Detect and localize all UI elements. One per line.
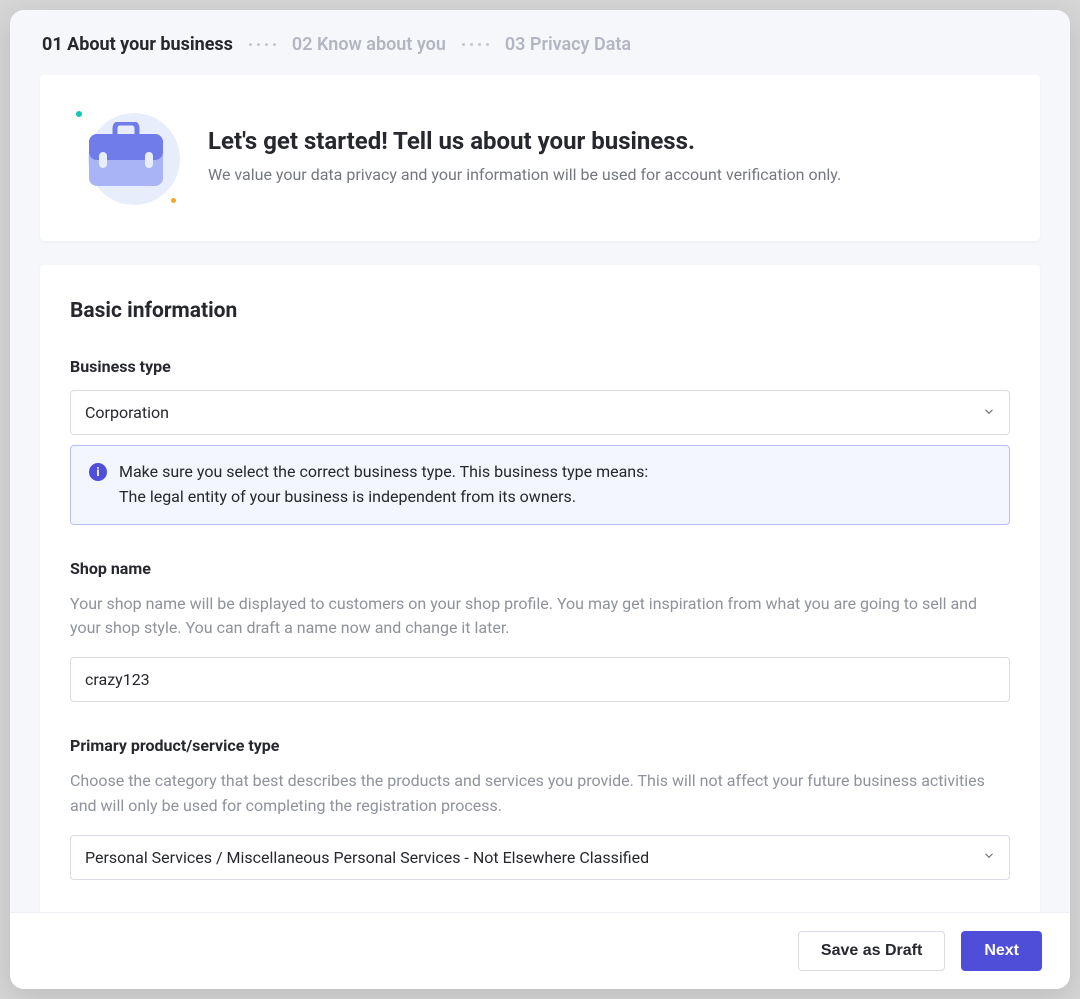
business-type-select-wrapper: Corporation	[70, 390, 1010, 435]
info-line-2: The legal entity of your business is ind…	[119, 485, 648, 510]
field-shop-name: Shop name Your shop name will be display…	[70, 559, 1010, 703]
shop-name-label: Shop name	[70, 559, 1010, 578]
next-button[interactable]: Next	[961, 931, 1042, 971]
shop-name-help: Your shop name will be displayed to cust…	[70, 592, 1010, 642]
form-scroll-area[interactable]: Let's get started! Tell us about your bu…	[10, 75, 1070, 989]
step-privacy-data[interactable]: 03 Privacy Data	[505, 34, 631, 55]
basic-information-card: Basic information Business type Corporat…	[40, 265, 1040, 920]
onboarding-window: 01 About your business 02 Know about you…	[10, 10, 1070, 989]
business-type-label: Business type	[70, 357, 1010, 376]
step-know-about-you[interactable]: 02 Know about you	[292, 34, 446, 55]
info-icon: i	[89, 463, 107, 481]
product-type-select[interactable]: Personal Services / Miscellaneous Person…	[70, 835, 1010, 880]
field-product-type: Primary product/service type Choose the …	[70, 736, 1010, 880]
hero-card: Let's get started! Tell us about your bu…	[40, 75, 1040, 241]
hero-text: Let's get started! Tell us about your bu…	[208, 127, 841, 184]
stepper-separator	[249, 43, 276, 46]
footer-bar: Save as Draft Next	[10, 912, 1070, 989]
hero-title: Let's get started! Tell us about your bu…	[208, 127, 841, 155]
business-type-info-text: Make sure you select the correct busines…	[119, 460, 648, 510]
save-draft-button[interactable]: Save as Draft	[798, 931, 945, 971]
stepper-separator	[462, 43, 489, 46]
product-type-select-wrapper: Personal Services / Miscellaneous Person…	[70, 835, 1010, 880]
step-about-business[interactable]: 01 About your business	[42, 34, 233, 55]
product-type-help: Choose the category that best describes …	[70, 769, 1010, 819]
briefcase-icon	[76, 105, 176, 205]
hero-subtitle: We value your data privacy and your info…	[208, 165, 841, 184]
product-type-label: Primary product/service type	[70, 736, 1010, 755]
field-business-type: Business type Corporation i Make sure yo…	[70, 357, 1010, 525]
section-title-basic-information: Basic information	[70, 299, 1010, 323]
business-type-select[interactable]: Corporation	[70, 390, 1010, 435]
shop-name-input[interactable]	[70, 657, 1010, 702]
info-line-1: Make sure you select the correct busines…	[119, 460, 648, 485]
stepper: 01 About your business 02 Know about you…	[10, 10, 1070, 75]
business-type-info: i Make sure you select the correct busin…	[70, 445, 1010, 525]
